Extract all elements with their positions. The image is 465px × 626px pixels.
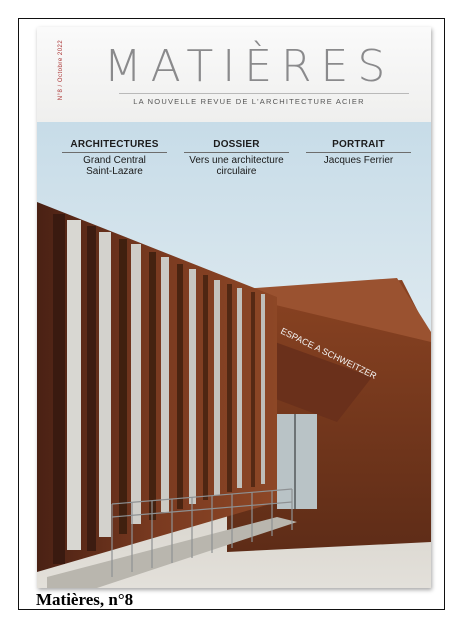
cover-rubrics: ARCHITECTURES Grand Central Saint-Lazare… [62, 139, 422, 199]
rubric-line: Vers une architecture [189, 155, 284, 166]
glass-entrance-frame [294, 414, 296, 509]
magazine-title: MATIÈRES [103, 41, 395, 92]
title-divider [119, 93, 409, 94]
rubric-heading: DOSSIER [184, 139, 289, 153]
rubric-portrait: PORTRAIT Jacques Ferrier [306, 139, 411, 166]
magazine-subtitle: LA NOUVELLE REVUE DE L'ARCHITECTURE ACIE… [133, 97, 365, 106]
rubric-architectures: ARCHITECTURES Grand Central Saint-Lazare [62, 139, 167, 177]
rubric-line: Grand Central [83, 155, 146, 166]
rubric-dossier: DOSSIER Vers une architecture circulaire [184, 139, 289, 177]
rubric-line: circulaire [216, 166, 257, 177]
rubric-heading: ARCHITECTURES [62, 139, 167, 153]
magazine-cover: N°8 / Octobre 2022 MATIÈRES LA NOUVELLE … [37, 27, 431, 588]
glass-entrance [277, 414, 317, 509]
figure-caption: Matières, n°8 [36, 590, 134, 609]
rubric-line: Saint-Lazare [86, 166, 143, 177]
rubric-heading: PORTRAIT [306, 139, 411, 153]
rubric-line: Jacques Ferrier [323, 155, 394, 166]
